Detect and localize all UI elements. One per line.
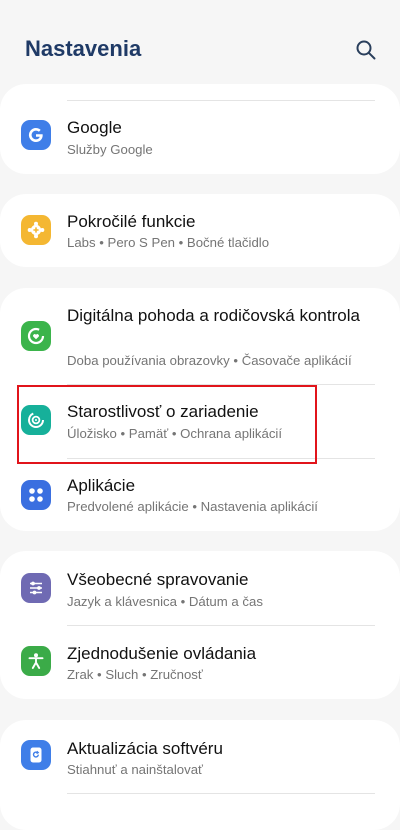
search-icon xyxy=(356,40,376,60)
card-google: Google Služby Google xyxy=(0,84,400,174)
settings-item-device-care[interactable]: Starostlivosť o zariadenie Úložisko • Pa… xyxy=(0,385,400,458)
settings-item-subtitle: Predvolené aplikácie • Nastavenia apliká… xyxy=(67,499,318,514)
settings-item-accessibility[interactable]: Zjednodušenie ovládania Zrak • Sluch • Z… xyxy=(0,626,400,699)
settings-item-label: Aplikácie xyxy=(67,476,136,495)
apps-grid-icon xyxy=(21,480,51,510)
device-care-icon xyxy=(21,405,51,435)
settings-item-subtitle: Úložisko • Pamäť • Ochrana aplikácií xyxy=(67,426,283,441)
gear-plus-icon xyxy=(21,215,51,245)
heart-ring-icon xyxy=(21,321,51,351)
settings-item-digital-wellbeing[interactable]: Digitálna pohoda a rodičovská kontrola D… xyxy=(0,288,400,385)
settings-item-label: Digitálna pohoda a rodičovská kontrola xyxy=(67,306,360,325)
settings-item-label: Všeobecné spravovanie xyxy=(67,570,249,589)
settings-item-google[interactable]: Google Služby Google xyxy=(0,101,400,174)
settings-item-label: Zjednodušenie ovládania xyxy=(67,644,257,663)
accessibility-icon xyxy=(21,646,51,676)
settings-item-software-update[interactable]: Aktualizácia softvéru Stiahnuť a nainšta… xyxy=(0,720,400,793)
settings-item-label: Aktualizácia softvéru xyxy=(67,739,223,758)
header: Nastavenia xyxy=(0,0,400,84)
settings-item-subtitle: Labs • Pero S Pen • Bočné tlačidlo xyxy=(67,235,270,250)
settings-item-advanced-features[interactable]: Pokročilé funkcie Labs • Pero S Pen • Bo… xyxy=(0,194,400,267)
settings-item-subtitle: Doba používania obrazovky • Časovače apl… xyxy=(67,353,352,368)
settings-item-subtitle: Jazyk a klávesnica • Dátum a čas xyxy=(67,594,263,609)
google-icon xyxy=(21,120,51,150)
divider xyxy=(67,793,375,794)
settings-item-apps[interactable]: Aplikácie Predvolené aplikácie • Nastave… xyxy=(0,459,400,531)
settings-item-subtitle: Zrak • Sluch • Zručnosť xyxy=(67,667,203,682)
update-icon xyxy=(21,740,51,770)
settings-item-subtitle: Stiahnuť a nainštalovať xyxy=(67,762,203,777)
sliders-icon xyxy=(21,573,51,603)
settings-item-label: Google xyxy=(67,118,122,137)
page-title: Nastavenia xyxy=(25,36,142,61)
card-advanced-features: Pokročilé funkcie Labs • Pero S Pen • Bo… xyxy=(0,194,400,267)
search-button[interactable] xyxy=(353,37,379,63)
settings-item-label: Pokročilé funkcie xyxy=(67,212,196,231)
settings-item-label: Starostlivosť o zariadenie xyxy=(67,402,259,421)
settings-item-subtitle: Služby Google xyxy=(67,142,153,157)
card-management: Všeobecné spravovanie Jazyk a klávesnica… xyxy=(0,551,400,699)
card-device: Digitálna pohoda a rodičovská kontrola D… xyxy=(0,288,400,531)
settings-item-general-management[interactable]: Všeobecné spravovanie Jazyk a klávesnica… xyxy=(0,551,400,624)
